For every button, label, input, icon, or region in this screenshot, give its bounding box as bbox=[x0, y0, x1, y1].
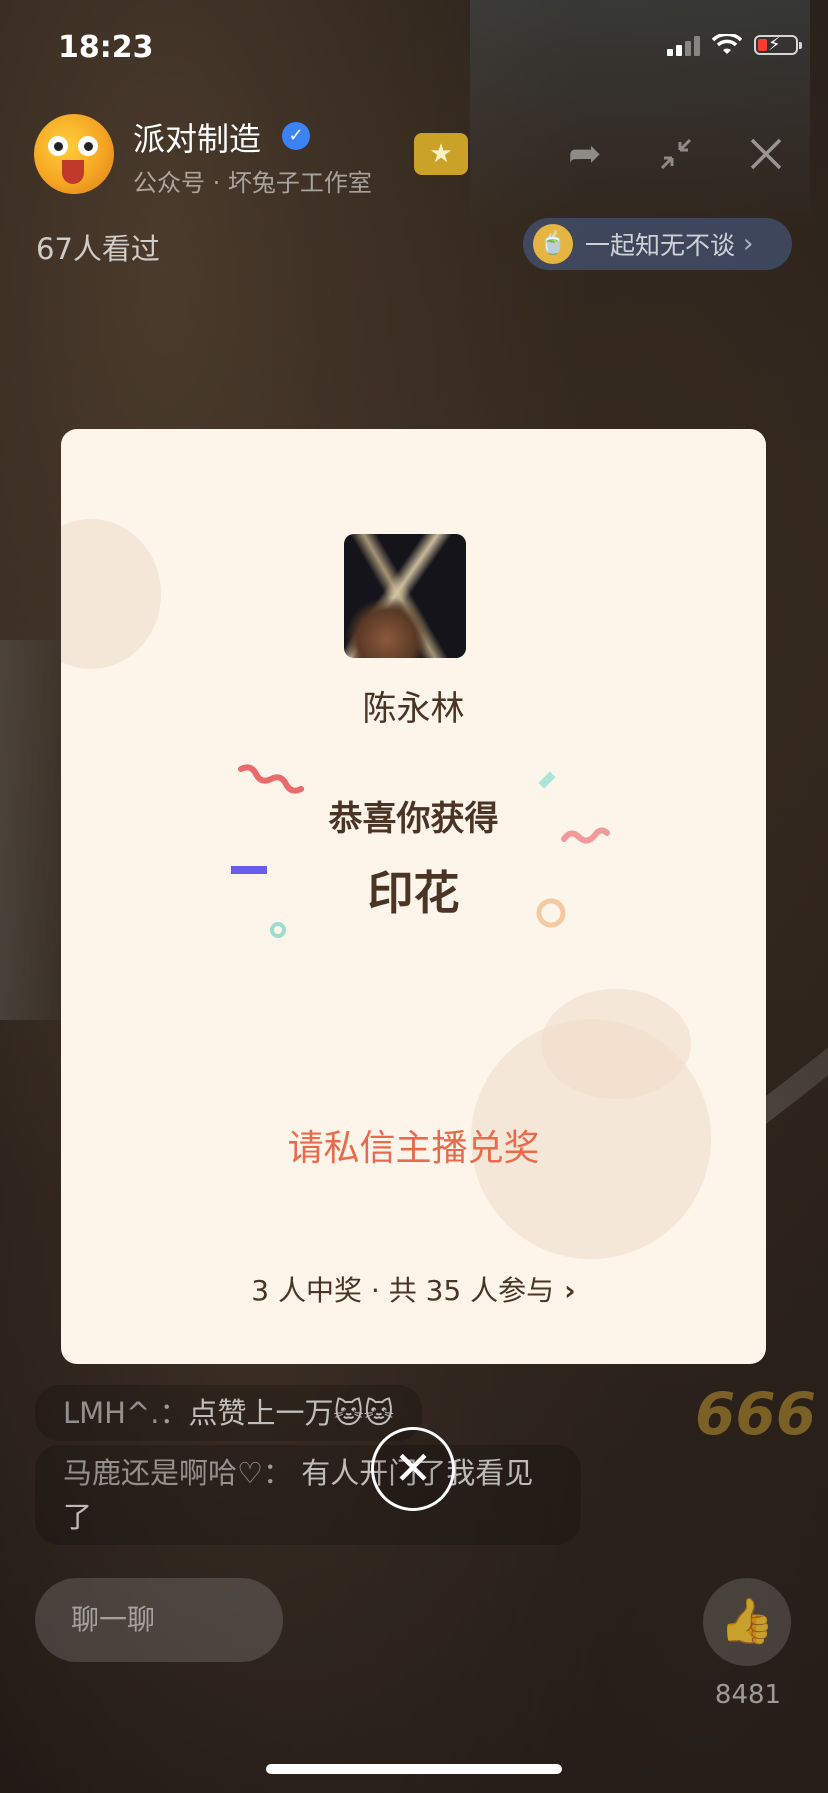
chevron-right-icon: › bbox=[564, 1274, 576, 1307]
chat-message[interactable]: LMH^.：点赞上一万🐱🐱 bbox=[35, 1385, 422, 1441]
minimize-icon[interactable] bbox=[656, 134, 696, 174]
prize-item: 印花 bbox=[367, 866, 460, 920]
star-badge-icon[interactable]: ★ bbox=[414, 133, 468, 175]
close-icon[interactable] bbox=[748, 136, 784, 172]
tea-icon: 🍵 bbox=[533, 224, 573, 264]
chat-username: 马鹿还是啊哈♡ bbox=[63, 1456, 263, 1490]
participants-link[interactable]: 3 人中奖 · 共 35 人参与 › bbox=[61, 1269, 766, 1309]
chat-message[interactable]: 马鹿还是啊哈♡： 有人开门了我看见了 bbox=[35, 1445, 581, 1545]
status-time: 18:23 bbox=[58, 30, 154, 65]
topic-pill-label: 一起知无不谈 bbox=[585, 231, 736, 260]
viewer-count: 67人看过 bbox=[36, 232, 160, 266]
close-circle-icon[interactable]: ✕ bbox=[371, 1427, 455, 1511]
chat-username: LMH^. bbox=[63, 1396, 160, 1430]
participants-text: 3 人中奖 · 共 35 人参与 bbox=[251, 1274, 555, 1307]
prize-modal: 陈永林 恭喜你获得 印花 请私信主播兑奖 3 人中奖 · 共 35 人参与 › bbox=[61, 429, 766, 1364]
home-indicator[interactable] bbox=[266, 1764, 562, 1774]
verified-icon: ✓ bbox=[282, 122, 310, 150]
topic-pill[interactable]: 🍵 一起知无不谈 › bbox=[523, 218, 792, 270]
chat-input-button[interactable]: 聊一聊 bbox=[35, 1578, 283, 1662]
wifi-icon bbox=[712, 34, 742, 54]
paw-decoration bbox=[541, 989, 691, 1099]
battery-icon: ⚡ bbox=[754, 34, 802, 55]
thumbs-up-icon[interactable]: 👍 bbox=[703, 1578, 791, 1666]
redeem-link[interactable]: 请私信主播兑奖 bbox=[61, 1119, 766, 1171]
share-icon[interactable]: ➦ bbox=[568, 130, 602, 178]
like-count: 8481 bbox=[714, 1680, 782, 1710]
signal-icon bbox=[667, 34, 700, 56]
host-subtitle: 公众号 · 坏兔子工作室 bbox=[133, 169, 372, 197]
deco-666: 666 bbox=[695, 1380, 817, 1448]
host-avatar[interactable] bbox=[34, 114, 114, 194]
status-icons: ⚡ bbox=[667, 34, 802, 56]
congrats-text: 恭喜你获得 bbox=[328, 799, 499, 839]
chat-text: 点赞上一万🐱🐱 bbox=[188, 1396, 394, 1430]
host-name[interactable]: 派对制造 bbox=[133, 114, 261, 160]
chevron-right-icon: › bbox=[743, 229, 754, 259]
